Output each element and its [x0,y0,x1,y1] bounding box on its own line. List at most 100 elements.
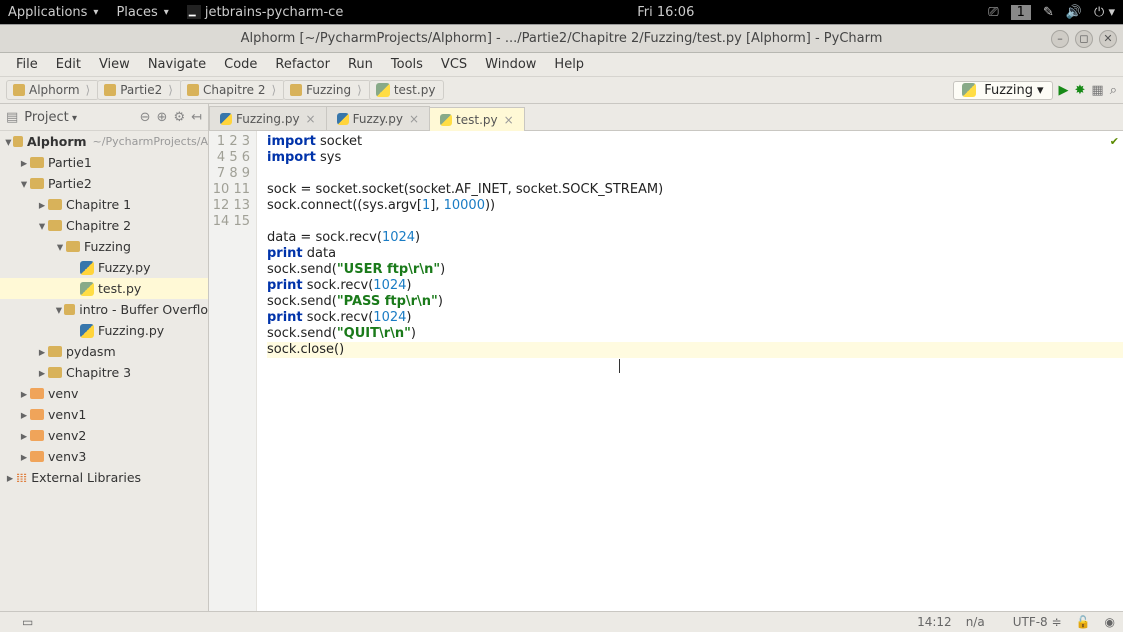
folder-icon [30,388,44,399]
project-panel-header[interactable]: ▤ Project ⊖ ⊕ ⚙ ↤ [0,104,208,131]
cursor-position[interactable]: 14:12 [917,615,952,629]
run-config-selector[interactable]: Fuzzing▾ [953,81,1052,100]
tree-label: venv [48,386,78,401]
project-view-icon: ▤ [6,110,18,125]
menu-tools[interactable]: Tools [383,55,431,74]
window-close-button[interactable]: ✕ [1099,30,1117,48]
os-applications-menu[interactable]: Applications [8,5,98,20]
menu-help[interactable]: Help [546,55,592,74]
crumb-file[interactable]: test.py [369,80,445,100]
window-maximize-button[interactable]: ◻ [1075,30,1093,48]
tree-label: Fuzzing [84,239,131,254]
menu-run[interactable]: Run [340,55,381,74]
tree-label: Alphorm [27,134,87,149]
toolbar-grid-icon[interactable]: ▦ [1091,83,1103,98]
tree-item-file[interactable]: Fuzzy.py [0,257,208,278]
hide-panel-icon[interactable]: ↤ [191,110,202,125]
editor-area: Fuzzing.py× Fuzzy.py× test.py× 1 2 3 4 5… [209,104,1123,611]
workspace-indicator[interactable]: 1 [1011,5,1031,20]
power-icon[interactable]: ⏻ ▾ [1094,5,1115,20]
window-minimize-button[interactable]: – [1051,30,1069,48]
library-icon: 𝍖 [16,470,27,485]
tree-item[interactable]: ▸pydasm [0,341,208,362]
tree-path-hint: ~/PycharmProjects/A [93,135,208,148]
crumb-partie2[interactable]: Partie2 [97,80,182,100]
project-tool-window: ▤ Project ⊖ ⊕ ⚙ ↤ ▾Alphorm~/PycharmProje… [0,104,209,611]
tree-item-file-selected[interactable]: test.py [0,278,208,299]
menu-refactor[interactable]: Refactor [267,55,338,74]
close-tab-icon[interactable]: × [306,112,316,126]
tree-item[interactable]: ▸venv3 [0,446,208,467]
folder-icon [13,84,25,96]
taskbar-app[interactable]: jetbrains-pycharm-ce [187,5,344,20]
menu-window[interactable]: Window [477,55,544,74]
folder-icon [30,430,44,441]
menu-file[interactable]: File [8,55,46,74]
line-separator[interactable]: n/a [966,615,985,629]
tree-item[interactable]: ▸venv [0,383,208,404]
file-encoding[interactable]: UTF-8 ≑ [999,615,1062,629]
run-button[interactable]: ▶ [1059,83,1069,98]
python-file-icon [80,282,94,296]
code-editor[interactable]: 1 2 3 4 5 6 7 8 9 10 11 12 13 14 15 impo… [209,131,1123,611]
close-tab-icon[interactable]: × [504,113,514,127]
tree-item-root[interactable]: ▾Alphorm~/PycharmProjects/A [0,131,208,152]
tree-item[interactable]: ▾Fuzzing [0,236,208,257]
tree-item[interactable]: ▸Chapitre 3 [0,362,208,383]
menu-view[interactable]: View [91,55,138,74]
tree-label: intro - Buffer Overflo [79,302,208,317]
editor-tab[interactable]: Fuzzy.py× [326,106,430,130]
tray-indicator-icon[interactable]: ⎚ [988,5,998,20]
tree-item[interactable]: ▸venv1 [0,404,208,425]
settings-icon[interactable]: ⚙ [173,110,185,125]
pycharm-window: Alphorm [~/PycharmProjects/Alphorm] - ..… [0,24,1123,632]
tree-item[interactable]: ▸Partie1 [0,152,208,173]
tree-label: venv3 [48,449,86,464]
crumb-root[interactable]: Alphorm [6,80,99,100]
volume-icon[interactable]: 🔊 [1066,5,1082,20]
crumb-fuzzing[interactable]: Fuzzing [283,80,371,100]
crumb-ch2[interactable]: Chapitre 2 [180,80,285,100]
project-tree[interactable]: ▾Alphorm~/PycharmProjects/A ▸Partie1 ▾Pa… [0,131,208,611]
inspection-ok-icon[interactable]: ✔ [1110,135,1119,148]
target-icon[interactable]: ⊕ [157,110,168,125]
os-clock: Fri 16:06 [637,5,694,20]
code-content[interactable]: import socket import sys sock = socket.s… [257,131,1123,611]
folder-icon [30,409,44,420]
collapse-all-icon[interactable]: ⊖ [140,110,151,125]
python-file-icon [337,113,349,125]
tray-tool-icon[interactable]: ✎ [1043,5,1054,20]
menu-edit[interactable]: Edit [48,55,89,74]
tree-item[interactable]: ▸Chapitre 1 [0,194,208,215]
tree-label: venv1 [48,407,86,422]
tree-label: pydasm [66,344,116,359]
tree-item[interactable]: ▾intro - Buffer Overflo [0,299,208,320]
tree-label: External Libraries [31,470,141,485]
debug-button[interactable]: ✸ [1075,83,1086,98]
editor-tab[interactable]: Fuzzing.py× [209,106,327,130]
folder-icon [290,84,302,96]
folder-icon [30,178,44,189]
window-title: Alphorm [~/PycharmProjects/Alphorm] - ..… [241,31,883,46]
tree-label: Fuzzy.py [98,260,150,275]
status-left-icon[interactable]: ▭ [22,615,33,629]
menu-code[interactable]: Code [216,55,265,74]
os-places-menu[interactable]: Places [116,5,168,20]
tree-label: Partie2 [48,176,92,191]
editor-tab-active[interactable]: test.py× [429,107,525,131]
tree-item[interactable]: ▾Partie2 [0,173,208,194]
folder-icon [66,241,80,252]
tree-item-external[interactable]: ▸𝍖External Libraries [0,467,208,488]
close-tab-icon[interactable]: × [409,112,419,126]
inspection-eye-icon[interactable]: ◉ [1105,615,1115,629]
menu-vcs[interactable]: VCS [433,55,475,74]
tree-item[interactable]: ▸venv2 [0,425,208,446]
tree-item-file[interactable]: Fuzzing.py [0,320,208,341]
readonly-lock-icon[interactable]: 🔓 [1076,615,1091,629]
search-everywhere-icon[interactable]: ⌕ [1110,83,1117,98]
tree-label: Chapitre 3 [66,365,131,380]
tree-item[interactable]: ▾Chapitre 2 [0,215,208,236]
tree-label: Fuzzing.py [98,323,164,338]
folder-icon [30,157,44,168]
menu-navigate[interactable]: Navigate [140,55,214,74]
